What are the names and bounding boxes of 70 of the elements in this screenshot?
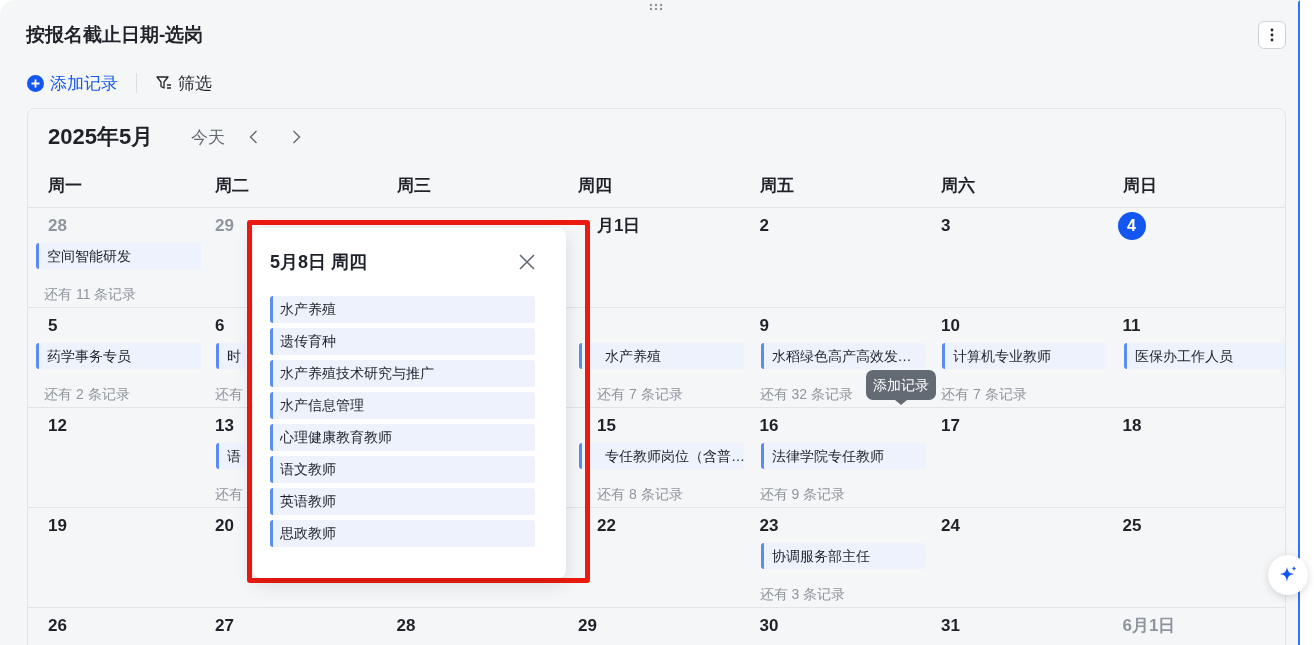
- day-number: 3: [941, 216, 951, 236]
- event-chip[interactable]: 遗传育种: [270, 328, 535, 355]
- event-chip[interactable]: 语文教师: [270, 456, 535, 483]
- day-number: 20: [215, 516, 234, 536]
- event-chip[interactable]: 空间智能研发: [36, 243, 201, 269]
- day-number: 16: [759, 416, 779, 436]
- month-label: 2025年5月: [48, 123, 154, 151]
- day-number: 30: [759, 616, 779, 636]
- day-number: 2: [759, 216, 769, 236]
- weekday-header: 周四: [577, 175, 613, 197]
- day-number: 13: [215, 416, 234, 436]
- weekday-header: 周三: [395, 175, 432, 197]
- day-number: 26: [48, 616, 67, 636]
- event-chip[interactable]: 水产养殖: [579, 343, 744, 369]
- day-number: 27: [215, 616, 234, 636]
- view-title: 按报名截止日期-选岗: [26, 23, 204, 47]
- day-number: 12: [48, 416, 67, 436]
- event-chip[interactable]: 水产养殖: [270, 296, 535, 323]
- day-number: 25: [1122, 516, 1142, 536]
- event-chip[interactable]: 语: [216, 443, 246, 469]
- event-chip[interactable]: 水产信息管理: [270, 392, 535, 419]
- event-chip[interactable]: 英语教师: [270, 488, 535, 515]
- weekday-header: 周六: [940, 175, 976, 197]
- more-icon[interactable]: [1270, 28, 1274, 42]
- day-number: 月1日: [597, 216, 641, 236]
- plus-circle-icon[interactable]: [27, 74, 44, 92]
- weekday-header: 周日: [1121, 175, 1158, 197]
- event-chip[interactable]: 法律学院专任教师: [760, 443, 926, 469]
- today-date: 4: [1117, 212, 1146, 240]
- weekday-header: 周五: [758, 175, 795, 197]
- day-number: 11: [1122, 316, 1141, 336]
- day-number: 24: [941, 516, 960, 536]
- day-number: 9: [759, 316, 769, 336]
- weekday-header: 周一: [47, 175, 83, 197]
- day-number: 28: [396, 616, 416, 636]
- event-chip[interactable]: 计算机专业教师: [942, 343, 1107, 369]
- event-chip[interactable]: 心理健康教育教师: [270, 424, 535, 451]
- filter-icon[interactable]: [155, 74, 173, 92]
- chevron-left-icon[interactable]: [249, 130, 259, 144]
- day-number: 10: [941, 316, 960, 336]
- weekday-header: 周二: [214, 175, 250, 197]
- event-chip[interactable]: 医保办工作人员: [1123, 343, 1285, 369]
- day-number: 15: [597, 416, 616, 436]
- day-number: 31: [941, 616, 960, 636]
- day-number: 6月1日: [1122, 616, 1176, 636]
- event-chip[interactable]: 药学事务专员: [36, 343, 201, 369]
- event-chip[interactable]: 思政教师: [270, 520, 535, 547]
- day-number: 19: [48, 516, 67, 536]
- event-chip[interactable]: 协调服务部主任: [760, 543, 926, 569]
- today-button[interactable]: 今天: [191, 125, 226, 149]
- event-chip[interactable]: 水产养殖技术研究与推广: [270, 360, 535, 387]
- event-chip[interactable]: 专任教师岗位（含普…: [579, 443, 744, 469]
- event-chip[interactable]: 水稻绿色高产高效发…: [760, 343, 926, 369]
- day-number: 29: [578, 616, 597, 636]
- day-number: 28: [48, 216, 67, 236]
- day-number: 5: [48, 316, 58, 336]
- day-number: 17: [941, 416, 960, 436]
- close-icon[interactable]: [519, 254, 535, 270]
- filter-button[interactable]: 筛选: [155, 71, 212, 95]
- tooltip: 添加记录: [866, 370, 936, 405]
- day-number: 29: [215, 216, 234, 236]
- popup-title: 5月8日 周四: [270, 251, 368, 274]
- day-number: 23: [759, 516, 779, 536]
- day-number: 6: [215, 316, 225, 336]
- event-chip[interactable]: 时: [216, 343, 246, 369]
- chevron-right-icon[interactable]: [292, 130, 302, 144]
- add-record-button[interactable]: 添加记录: [26, 71, 118, 95]
- drag-handle-icon[interactable]: [649, 3, 663, 11]
- day-number: 18: [1122, 416, 1142, 436]
- day-number: 22: [597, 516, 616, 536]
